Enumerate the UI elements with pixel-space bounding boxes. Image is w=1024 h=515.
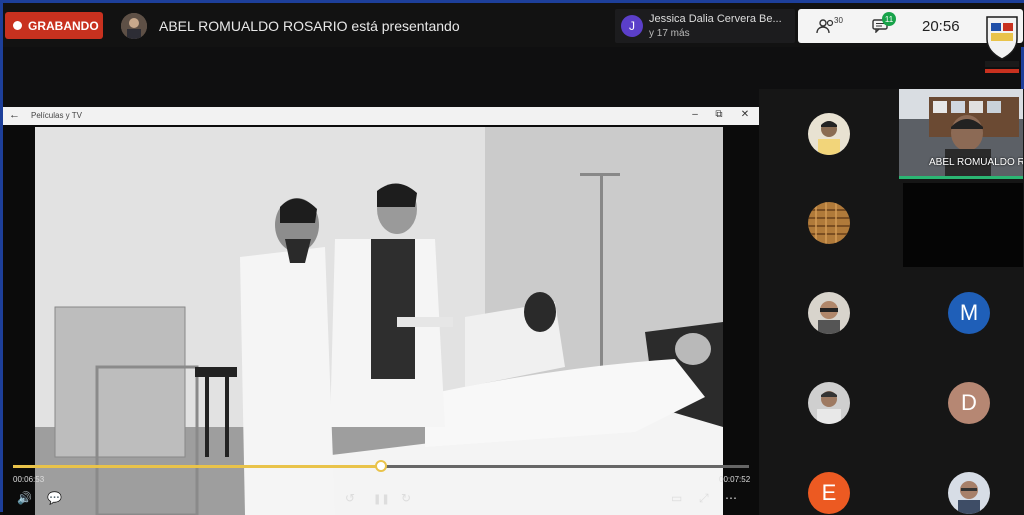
more-options-icon[interactable]: ⋯	[725, 491, 737, 505]
close-button[interactable]: ✕	[737, 109, 753, 120]
hospital-scene-illustration	[35, 127, 723, 515]
video-frame[interactable]	[35, 127, 723, 515]
fullscreen-icon[interactable]: ⤢	[699, 491, 709, 506]
seek-bar[interactable]	[13, 460, 749, 472]
subtitles-icon[interactable]: 💬	[47, 491, 62, 505]
toast-avatar: J	[621, 15, 643, 37]
cast-icon[interactable]: ▭	[671, 491, 682, 505]
participant-avatar[interactable]	[808, 113, 850, 155]
recording-label: GRABANDO	[28, 18, 99, 33]
pause-icon[interactable]: ❚❚	[373, 494, 390, 505]
chat-unread-badge: 11	[882, 12, 896, 26]
active-speaker-video[interactable]: ABEL ROMUALDO R	[899, 89, 1023, 179]
participant-avatar[interactable]	[808, 202, 850, 244]
seek-bar-progress	[13, 465, 381, 468]
meeting-clock: 20:56	[922, 18, 960, 35]
toast-more-count: y 17 más	[649, 28, 690, 39]
empty-video-tile	[903, 183, 1023, 267]
player-app-title: Películas y TV	[31, 111, 82, 120]
restore-button[interactable]: ⧉	[711, 109, 727, 120]
meeting-topbar: GRABANDO ABEL ROMUALDO ROSARIO está pres…	[3, 3, 1024, 73]
forward-icon[interactable]: ↻	[401, 491, 411, 505]
record-dot-icon	[13, 21, 22, 30]
minimize-button[interactable]: –	[687, 109, 703, 120]
total-time: 00:07:52	[719, 475, 751, 484]
screen-frame: GRABANDO ABEL ROMUALDO ROSARIO está pres…	[0, 0, 1024, 515]
participant-initial-e[interactable]: E	[808, 472, 850, 514]
rewind-icon[interactable]: ↺	[345, 491, 355, 505]
player-titlebar: ← Películas y TV – ⧉ ✕	[3, 107, 759, 125]
participants-count: 30	[834, 16, 843, 25]
participant-avatar[interactable]	[808, 382, 850, 424]
movies-tv-player-window: ← Películas y TV – ⧉ ✕ 00:06:53 00:07:52…	[3, 107, 759, 515]
participant-avatar[interactable]	[948, 472, 990, 514]
back-arrow-icon[interactable]: ←	[9, 109, 20, 121]
volume-icon[interactable]: 🔊	[17, 491, 32, 505]
participant-initial-d[interactable]: D	[948, 382, 990, 424]
active-speaker-name: ABEL ROMUALDO R	[929, 157, 1023, 168]
university-crest-icon	[985, 16, 1019, 73]
toast-sender-name: Jessica Dalia Cervera Be...	[649, 13, 782, 25]
recording-badge[interactable]: GRABANDO	[5, 12, 103, 39]
presenting-text: ABEL ROMUALDO ROSARIO está presentando	[159, 18, 460, 34]
participant-initial-m[interactable]: M	[948, 292, 990, 334]
chat-notification[interactable]: J Jessica Dalia Cervera Be... y 17 más	[615, 9, 795, 43]
elapsed-time: 00:06:53	[13, 475, 45, 484]
presenter-avatar	[121, 13, 147, 39]
participant-avatar[interactable]	[808, 292, 850, 334]
seek-bar-thumb[interactable]	[375, 460, 387, 472]
